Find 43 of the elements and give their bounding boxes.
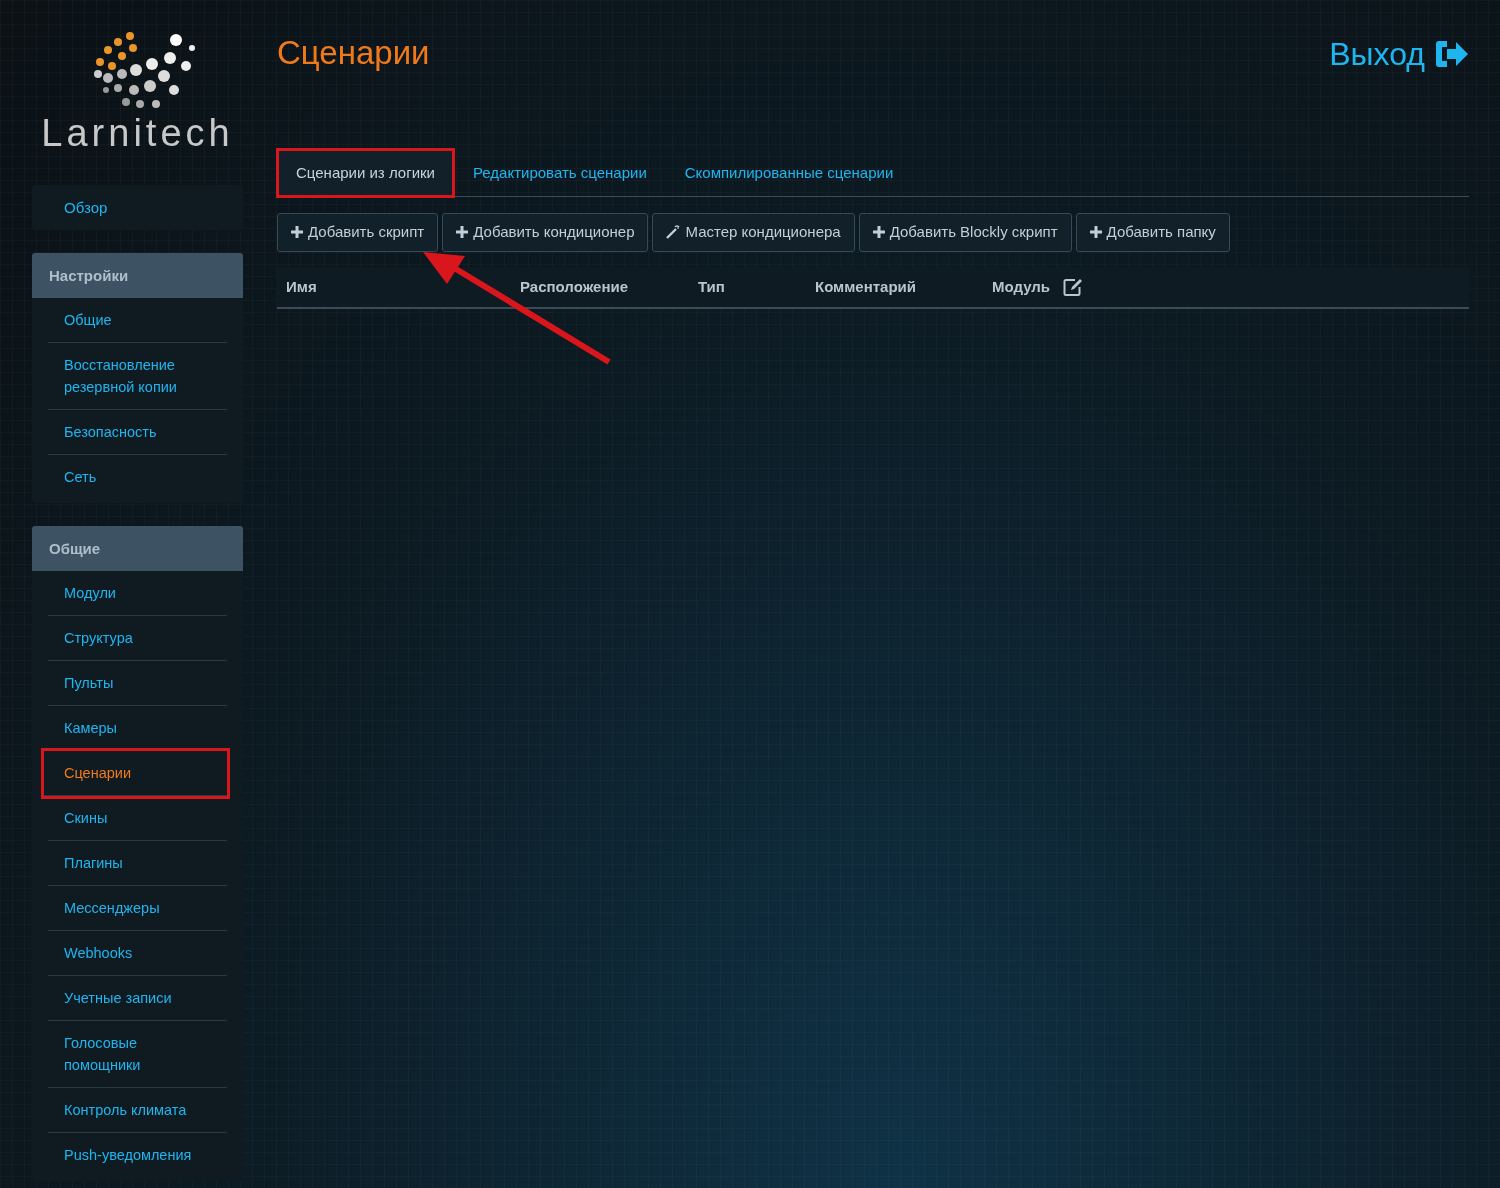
toolbar-button[interactable]: Добавить кондиционер bbox=[442, 213, 649, 252]
column-header: Тип bbox=[697, 276, 726, 297]
logout-icon bbox=[1433, 38, 1469, 70]
sidebar-item[interactable]: Восстановление резервной копии bbox=[48, 343, 227, 410]
sidebar-item[interactable]: Скины bbox=[48, 796, 227, 841]
group-header: Общие bbox=[32, 526, 243, 571]
logo-text: Larnitech bbox=[41, 114, 234, 152]
sidebar-item[interactable]: Push-уведомления bbox=[48, 1133, 227, 1177]
sidebar-item[interactable]: Безопасность bbox=[48, 410, 227, 455]
tab[interactable]: Скомпилированные сценарии bbox=[665, 148, 913, 197]
group-header: Настройки bbox=[32, 253, 243, 298]
tab[interactable]: Сценарии из логики bbox=[277, 148, 454, 197]
sidebar-item[interactable]: Общие bbox=[48, 298, 227, 343]
column-header: Модуль bbox=[991, 276, 1052, 297]
sidebar-item[interactable]: Голосовые помощники bbox=[48, 1021, 227, 1088]
plus-icon bbox=[291, 226, 303, 239]
toolbar-button[interactable]: Добавить скрипт bbox=[277, 213, 439, 252]
sidebar-item[interactable]: Мессенджеры bbox=[48, 886, 227, 931]
sidebar-item[interactable]: Webhooks bbox=[48, 931, 227, 976]
sidebar-item[interactable]: Контроль климата bbox=[48, 1088, 227, 1133]
wand-icon bbox=[666, 225, 681, 240]
toolbar-button[interactable]: Мастер кондиционера bbox=[652, 213, 855, 252]
sidebar-item[interactable]: Структура bbox=[48, 616, 227, 661]
toolbar-button[interactable]: Добавить папку bbox=[1075, 213, 1230, 252]
plus-icon bbox=[1089, 226, 1102, 239]
column-header: Расположение bbox=[519, 276, 630, 297]
sidebar-item[interactable]: Учетные записи bbox=[48, 976, 227, 1021]
page-title: Сценарии bbox=[277, 33, 430, 73]
logout-link[interactable]: Выход bbox=[1329, 30, 1469, 78]
edit-icon[interactable] bbox=[1063, 278, 1083, 296]
sidebar-item[interactable]: Пульты bbox=[48, 661, 227, 706]
sidebar-item[interactable]: Камеры bbox=[48, 706, 227, 751]
sidebar-item[interactable]: Обзор bbox=[32, 185, 243, 230]
plus-icon bbox=[456, 226, 469, 239]
sidebar-item[interactable]: Сценарии bbox=[44, 751, 227, 796]
plus-icon bbox=[872, 226, 885, 239]
column-header: Комментарий bbox=[814, 276, 917, 297]
toolbar-button[interactable]: Добавить Blockly скрипт bbox=[858, 213, 1072, 252]
column-header: Имя bbox=[285, 276, 318, 297]
sidebar-item[interactable]: Плагины bbox=[48, 841, 227, 886]
tab[interactable]: Редактировать сценарии bbox=[454, 148, 666, 197]
sidebar-item[interactable]: Модули bbox=[48, 571, 227, 616]
sidebar-item[interactable]: Сеть bbox=[48, 455, 227, 499]
